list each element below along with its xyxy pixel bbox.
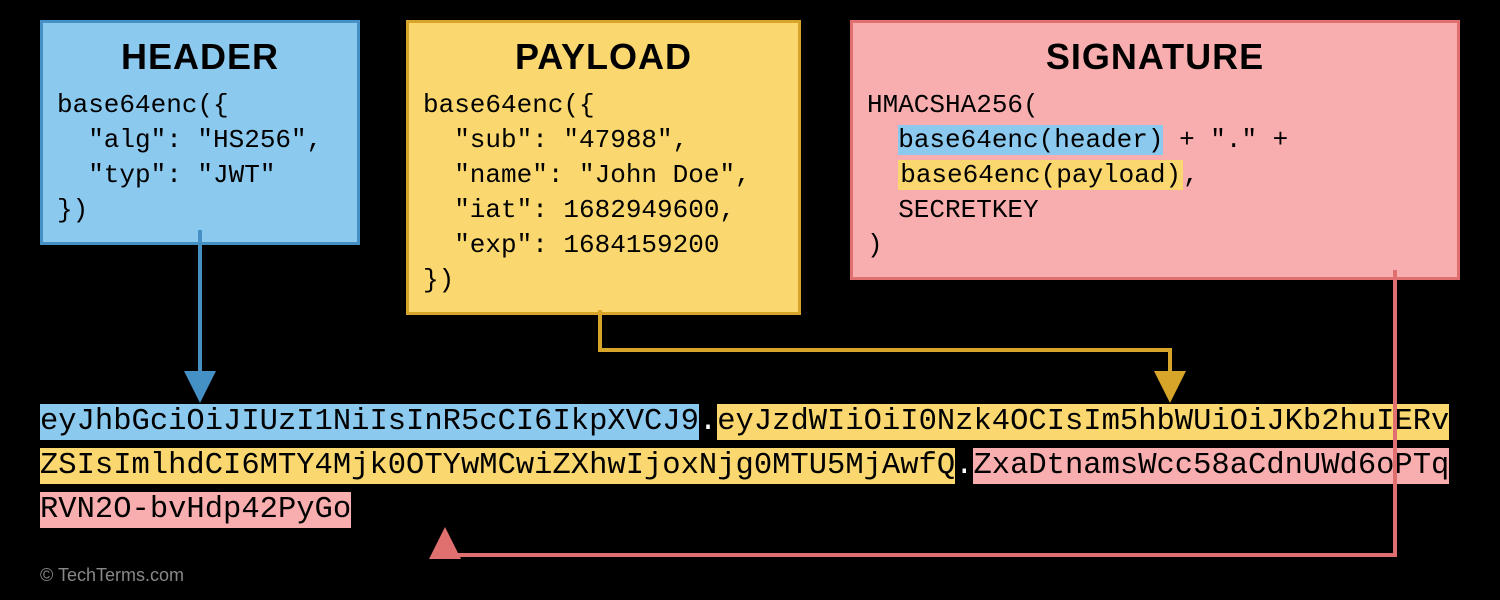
credit-line: © TechTerms.com [40,565,184,586]
signature-box: SIGNATURE HMACSHA256( base64enc(header) … [850,20,1460,280]
payload-code: base64enc({ "sub": "47988", "name": "Joh… [423,88,784,299]
sig-header-ref: base64enc(header) [898,125,1163,155]
signature-title: SIGNATURE [867,33,1443,82]
header-title: HEADER [57,33,343,82]
encoded-token: eyJhbGciOiJIUzI1NiIsInR5cCI6IkpXVCJ9.eyJ… [40,400,1460,533]
payload-box: PAYLOAD base64enc({ "sub": "47988", "nam… [406,20,801,315]
token-separator-dot: . [699,405,717,439]
signature-code: HMACSHA256( base64enc(header) + "." + ba… [867,88,1443,263]
token-separator-dot: . [955,449,973,483]
header-box: HEADER base64enc({ "alg": "HS256", "typ"… [40,20,360,245]
header-code: base64enc({ "alg": "HS256", "typ": "JWT"… [57,88,343,228]
payload-title: PAYLOAD [423,33,784,82]
arrow-payload [600,310,1170,395]
sig-payload-ref: base64enc(payload) [898,160,1183,190]
token-header-segment: eyJhbGciOiJIUzI1NiIsInR5cCI6IkpXVCJ9 [40,404,699,440]
